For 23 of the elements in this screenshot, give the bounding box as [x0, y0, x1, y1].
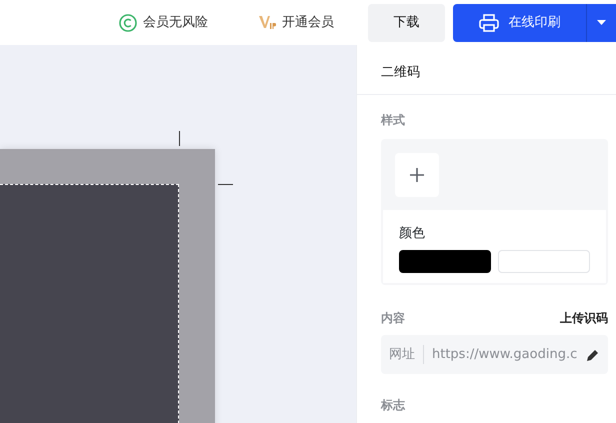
toolbar-link[interactable]: 开通会员: [282, 12, 334, 32]
toolbar-link[interactable]: 会员无风险: [143, 12, 208, 32]
crop-mark: [218, 184, 233, 185]
add-style-button[interactable]: [395, 153, 439, 197]
download-button[interactable]: 下载: [368, 4, 445, 42]
color-label: 颜色: [399, 225, 426, 243]
section-label: 样式: [381, 112, 405, 129]
vip-icon: [258, 14, 276, 30]
field-type-label: 网址: [389, 344, 424, 364]
printer-icon: [478, 14, 498, 32]
plus-icon: [410, 168, 424, 182]
field-value: https://www.gaoding.c: [431, 346, 578, 364]
panel-title: 二维码: [357, 45, 616, 95]
caret-icon: [597, 20, 606, 25]
section-label: 内容: [381, 310, 405, 327]
copyright-icon: [119, 14, 137, 32]
print-button[interactable]: 在线印刷: [453, 4, 586, 42]
pencil-icon[interactable]: [586, 348, 600, 362]
section-label: 标志: [381, 397, 405, 414]
dropdown-button[interactable]: [586, 4, 616, 42]
color-swatch[interactable]: [399, 250, 492, 273]
upload-link[interactable]: 上传识码: [560, 309, 608, 327]
crop-mark: [179, 131, 180, 146]
